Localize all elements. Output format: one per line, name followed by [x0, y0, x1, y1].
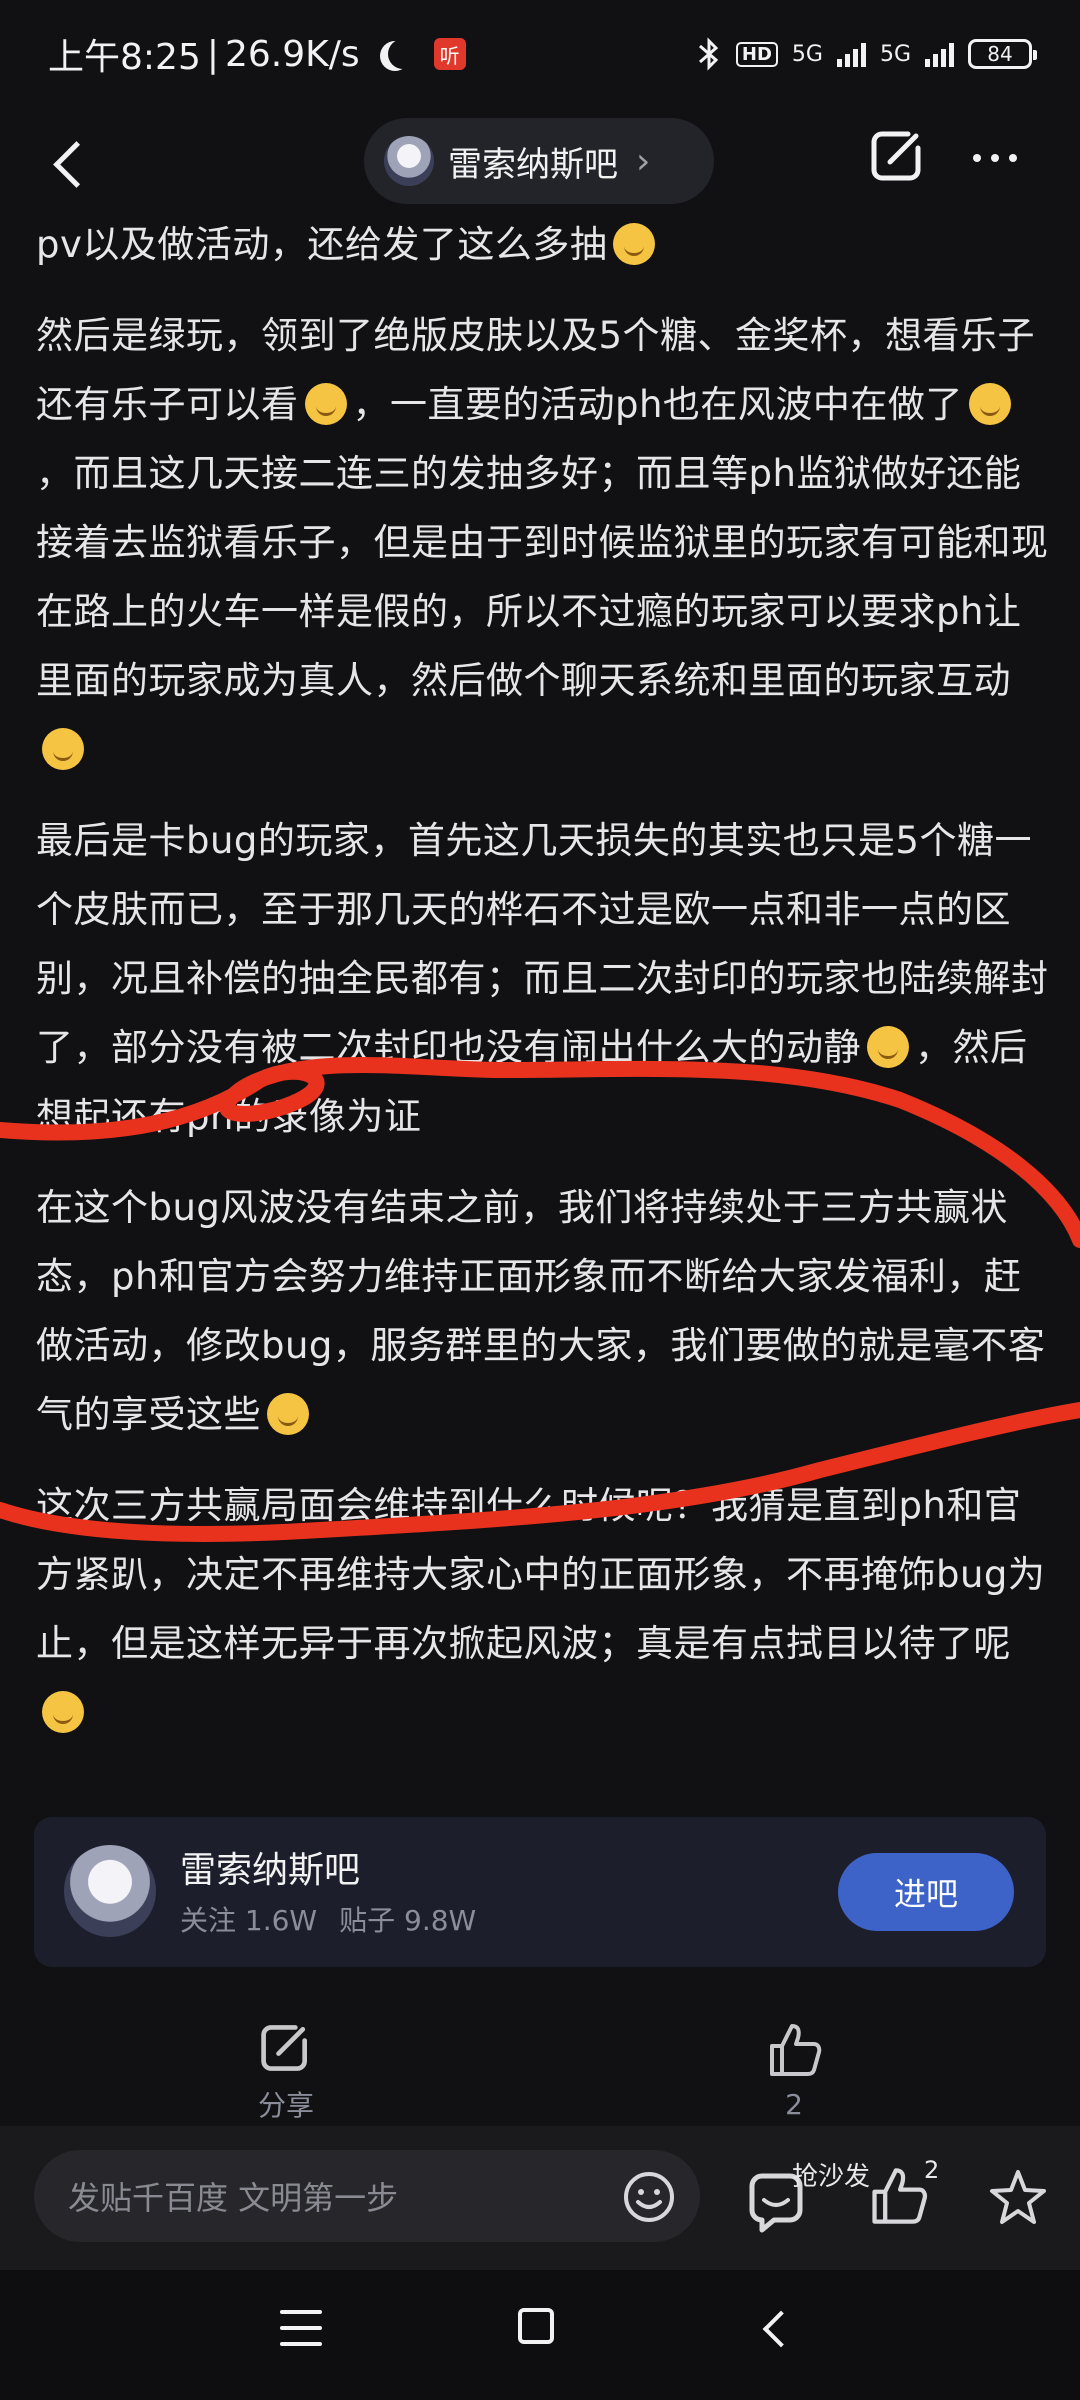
emoji-icon[interactable]	[622, 2170, 676, 2224]
moon-icon	[388, 39, 418, 69]
sofa-label: 抢沙发	[792, 2162, 871, 2192]
paragraph-3: 最后是卡bug的玩家，首先这几天损失的其实也只是5个糖一个皮肤而已，至于那几天的…	[36, 806, 1052, 1151]
paragraph-text: ，而且这几天接二连三的发抽多好；而且等ph监狱做好还能接着去监狱看乐子，但是由于…	[36, 452, 1049, 702]
share-label: 分享	[257, 2089, 314, 2122]
thumbs-up-icon[interactable]	[866, 2164, 930, 2228]
enter-forum-button[interactable]: 进吧	[838, 1853, 1014, 1931]
back-icon[interactable]	[44, 134, 104, 194]
paragraph-5: 这次三方共赢局面会维持到什么时候呢？我猜是直到ph和官方紧趴，决定不再维持大家心…	[36, 1471, 1052, 1747]
emoji-icon	[42, 728, 84, 770]
forum-pill[interactable]: 雷索纳斯吧 ›	[364, 118, 714, 204]
system-back-icon[interactable]	[758, 2310, 792, 2344]
bluetooth-icon	[698, 37, 719, 71]
status-time: 上午8:25	[48, 37, 201, 78]
bottom-bar: 发贴千百度 文明第一步 抢沙发 2	[0, 2126, 1080, 2270]
paragraph-4: 在这个bug风波没有结束之前，我们将持续处于三方共赢状态，ph和官方会努力维持正…	[36, 1173, 1052, 1449]
signal-icon-1	[836, 41, 866, 67]
comment-input[interactable]: 发贴千百度 文明第一步	[34, 2150, 700, 2242]
signal-icon-2	[925, 41, 954, 67]
thumbs-up-icon	[770, 2024, 822, 2076]
card-forum-name: 雷索纳斯吧	[180, 1850, 361, 1891]
paragraph-text: 在这个bug风波没有结束之前，我们将持续处于三方共赢状态，ph和官方会努力维持正…	[36, 1186, 1046, 1436]
bottom-like-count: 2	[924, 2156, 940, 2184]
battery-level: 84	[987, 42, 1013, 66]
status-separator: |	[206, 33, 219, 75]
paragraph-text: ，一直要的活动ph也在风波中在做了	[352, 383, 963, 426]
network-label-1: 5G	[791, 41, 823, 67]
emoji-icon	[42, 1691, 84, 1733]
hd-badge: HD	[735, 41, 778, 67]
paragraph-text: 这次三方共赢局面会维持到什么时候呢？我猜是直到ph和官方紧趴，决定不再维持大家心…	[36, 1484, 1046, 1665]
emoji-icon	[267, 1393, 309, 1435]
input-placeholder: 发贴千百度 文明第一步	[68, 2179, 399, 2217]
edit-icon[interactable]	[868, 126, 928, 186]
status-speed: 26.9K/s	[224, 33, 360, 75]
followers-count: 关注 1.6W	[180, 1904, 318, 1937]
post-content: pv以及做活动，还给发了这么多抽 然后是绿玩，领到了绝版皮肤以及5个糖、金奖杯，…	[36, 210, 1052, 1769]
forum-avatar	[64, 1845, 156, 1937]
listen-badge: 听	[433, 38, 466, 70]
like-button[interactable]: 2	[744, 2020, 844, 2121]
forum-avatar	[384, 136, 434, 186]
emoji-icon	[613, 223, 656, 265]
status-right: HD 5G 5G 84	[696, 37, 1037, 71]
paragraph-1: pv以及做活动，还给发了这么多抽	[36, 210, 1052, 279]
battery-icon: 84	[968, 39, 1037, 69]
home-icon[interactable]	[518, 2308, 554, 2344]
emoji-icon	[867, 1026, 909, 1068]
like-count: 2	[785, 2088, 803, 2121]
status-bar: 上午8:25 | 26.9K/s 听 HD 5G 5G 84	[0, 0, 1080, 108]
forum-name: 雷索纳斯吧	[448, 144, 618, 185]
share-button[interactable]: 分享	[236, 2020, 336, 2124]
status-left: 上午8:25 | 26.9K/s 听	[48, 28, 466, 80]
network-label-2: 5G	[879, 41, 911, 67]
chevron-right-icon: ›	[636, 140, 651, 182]
emoji-icon	[968, 383, 1011, 425]
card-stats: 关注 1.6W 贴子 9.8W	[180, 1899, 476, 1939]
posts-count: 贴子 9.8W	[339, 1904, 477, 1937]
share-icon	[261, 2025, 307, 2071]
system-nav	[0, 2270, 1080, 2400]
paragraph-2: 然后是绿玩，领到了绝版皮肤以及5个糖、金奖杯，想看乐子还有乐子可以看 ，一直要的活…	[36, 301, 1052, 784]
emoji-icon	[304, 383, 347, 425]
more-icon[interactable]	[960, 130, 1030, 186]
paragraph-text: pv以及做活动，还给发了这么多抽	[36, 223, 608, 266]
star-icon[interactable]	[986, 2166, 1050, 2230]
menu-icon[interactable]	[280, 2310, 322, 2346]
forum-card[interactable]: 雷索纳斯吧 关注 1.6W 贴子 9.8W 进吧	[34, 1817, 1046, 1967]
